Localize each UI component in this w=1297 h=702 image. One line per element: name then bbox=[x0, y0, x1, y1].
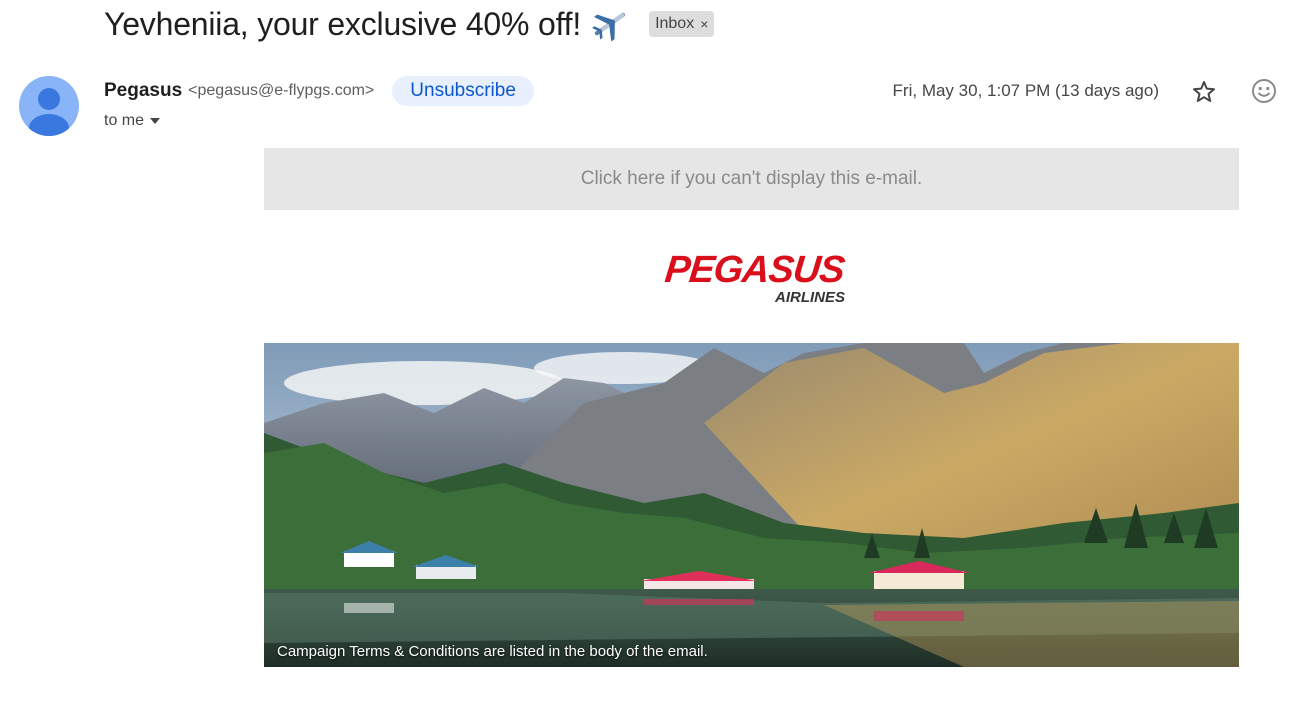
sender-email: <pegasus@e-flypgs.com> bbox=[188, 82, 375, 99]
sender-row: Pegasus <pegasus@e-flypgs.com> Unsubscri… bbox=[104, 76, 534, 106]
label-chip-text: Inbox bbox=[655, 15, 695, 32]
mountain-lake-image bbox=[264, 343, 1239, 667]
view-in-browser-link[interactable]: Click here if you can't display this e-m… bbox=[264, 148, 1239, 210]
label-chip-inbox[interactable]: Inbox × bbox=[649, 11, 715, 37]
sender-avatar[interactable] bbox=[19, 76, 79, 136]
subject-row: Yevheniia, your exclusive 40% off! Inbox… bbox=[104, 0, 715, 48]
hero-caption: Campaign Terms & Conditions are listed i… bbox=[277, 643, 708, 660]
sender-name[interactable]: Pegasus bbox=[104, 80, 182, 102]
logo-sub-text: AIRLINES bbox=[774, 289, 845, 306]
airplane-icon bbox=[589, 3, 631, 45]
email-subject: Yevheniia, your exclusive 40% off! bbox=[104, 5, 582, 42]
hero-banner[interactable]: Campaign Terms & Conditions are listed i… bbox=[264, 343, 1239, 667]
pegasus-logo[interactable]: PEGASUS AIRLINES bbox=[644, 246, 864, 308]
logo-brand-text: PEGASUS bbox=[663, 249, 848, 291]
star-icon[interactable] bbox=[1190, 78, 1218, 106]
recipient-label: to me bbox=[104, 112, 145, 129]
remove-label-icon[interactable]: × bbox=[700, 16, 708, 32]
recipient-details-toggle[interactable]: to me bbox=[104, 110, 161, 132]
emoji-reaction-icon[interactable] bbox=[1250, 77, 1278, 105]
chevron-down-icon bbox=[150, 118, 161, 124]
unsubscribe-button[interactable]: Unsubscribe bbox=[392, 76, 534, 106]
person-avatar-icon bbox=[29, 88, 69, 136]
email-date: Fri, May 30, 1:07 PM (13 days ago) bbox=[892, 81, 1159, 100]
